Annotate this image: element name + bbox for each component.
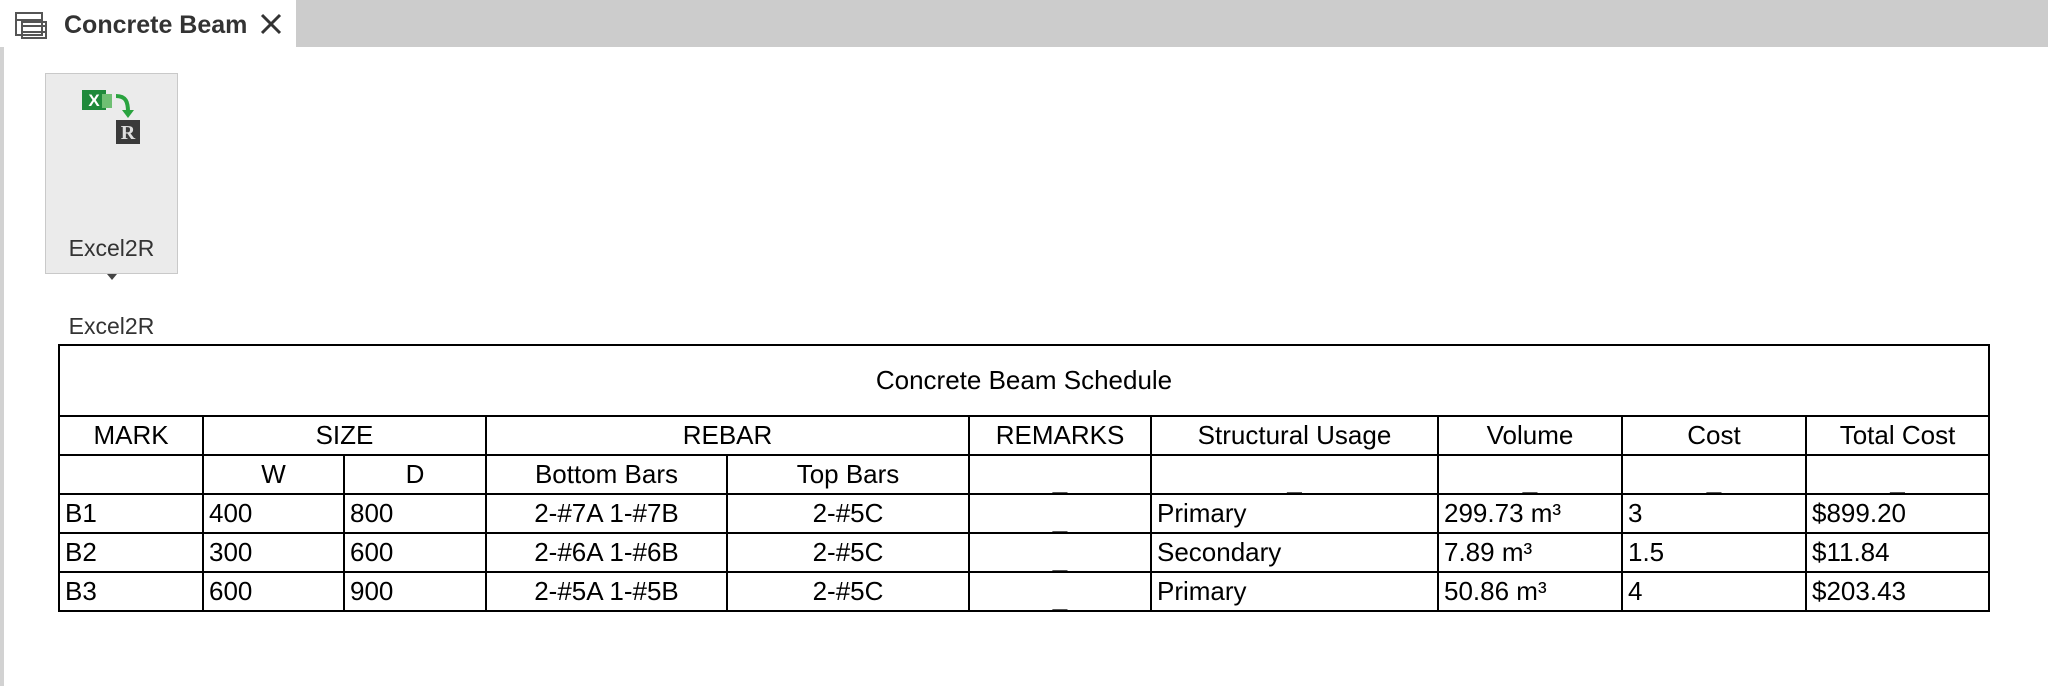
cell-mark: B2 bbox=[58, 532, 204, 573]
tab-title: Concrete Beam bbox=[64, 11, 248, 39]
cell-w: 600 bbox=[202, 571, 345, 612]
svg-text:X: X bbox=[88, 91, 100, 110]
cell-mark: B1 bbox=[58, 493, 204, 534]
cell-remarks: _ bbox=[968, 493, 1152, 534]
dropdown-arrow-icon[interactable] bbox=[107, 274, 117, 280]
header-structural-usage: Structural Usage bbox=[1150, 415, 1439, 456]
cell-total-cost: $899.20 bbox=[1804, 493, 1991, 534]
cell-volume: 7.89 m³ bbox=[1437, 532, 1623, 573]
cell-cost: 3 bbox=[1621, 493, 1807, 534]
subheader-volume-placeholder: _ bbox=[1437, 454, 1623, 495]
cell-structural-usage: Secondary bbox=[1150, 532, 1439, 573]
cell-structural-usage: Primary bbox=[1150, 571, 1439, 612]
subheader-top-bars: Top Bars bbox=[726, 454, 970, 495]
cell-cost: 1.5 bbox=[1621, 532, 1807, 573]
cell-top-bars: 2-#5C bbox=[726, 571, 970, 612]
header-rebar: REBAR bbox=[485, 415, 970, 456]
excel2r-button[interactable]: X R Excel2R Excel2R bbox=[45, 73, 178, 339]
cell-d: 800 bbox=[343, 493, 487, 534]
table-row[interactable]: B2 300 600 2-#6A 1-#6B 2-#5C _ Secondary… bbox=[58, 532, 1991, 573]
cell-total-cost: $203.43 bbox=[1804, 571, 1991, 612]
cell-bottom-bars: 2-#5A 1-#5B bbox=[485, 571, 728, 612]
table-row[interactable]: B3 600 900 2-#5A 1-#5B 2-#5C _ Primary 5… bbox=[58, 571, 1991, 612]
cell-remarks: _ bbox=[968, 532, 1152, 573]
excel-to-revit-icon: X R bbox=[82, 90, 140, 144]
cell-top-bars: 2-#5C bbox=[726, 493, 970, 534]
schedule-title-row: Concrete Beam Schedule bbox=[57, 344, 1991, 417]
header-remarks: REMARKS bbox=[968, 415, 1152, 456]
subheader-total-placeholder: _ bbox=[1804, 454, 1991, 495]
cell-d: 900 bbox=[343, 571, 487, 612]
cell-w: 300 bbox=[202, 532, 345, 573]
subheader-remarks-placeholder: _ bbox=[968, 454, 1152, 495]
cell-structural-usage: Primary bbox=[1150, 493, 1439, 534]
tab-concrete-beam[interactable]: Concrete Beam bbox=[0, 0, 296, 47]
cell-cost: 4 bbox=[1621, 571, 1807, 612]
cell-remarks: _ bbox=[968, 571, 1152, 612]
subheader-usage-placeholder: _ bbox=[1150, 454, 1439, 495]
header-total-cost: Total Cost bbox=[1804, 415, 1991, 456]
header-mark: MARK bbox=[58, 415, 204, 456]
schedule-title: Concrete Beam Schedule bbox=[57, 344, 1991, 417]
cell-volume: 50.86 m³ bbox=[1437, 571, 1623, 612]
left-border bbox=[0, 47, 4, 686]
ribbon-group-label: Excel2R bbox=[68, 313, 155, 339]
header-size: SIZE bbox=[202, 415, 487, 456]
header-volume: Volume bbox=[1437, 415, 1623, 456]
subheader-d: D bbox=[343, 454, 487, 495]
cell-bottom-bars: 2-#6A 1-#6B bbox=[485, 532, 728, 573]
table-row[interactable]: B1 400 800 2-#7A 1-#7B 2-#5C _ Primary 2… bbox=[58, 493, 1991, 534]
cell-volume: 299.73 m³ bbox=[1437, 493, 1623, 534]
header-cost: Cost bbox=[1621, 415, 1807, 456]
cell-top-bars: 2-#5C bbox=[726, 532, 970, 573]
subheader-mark-empty bbox=[58, 454, 204, 495]
cell-mark: B3 bbox=[58, 571, 204, 612]
subheader-bottom-bars: Bottom Bars bbox=[485, 454, 728, 495]
subheader-cost-placeholder: _ bbox=[1621, 454, 1807, 495]
concrete-beam-schedule-table: Concrete Beam Schedule MARK SIZE REBAR R… bbox=[57, 344, 1991, 612]
cell-w: 400 bbox=[202, 493, 345, 534]
excel2r-button-label: Excel2R bbox=[68, 235, 155, 261]
cell-total-cost: $11.84 bbox=[1804, 532, 1991, 573]
cell-bottom-bars: 2-#7A 1-#7B bbox=[485, 493, 728, 534]
subheader-row: W D Bottom Bars Top Bars _ _ _ _ _ bbox=[58, 454, 1991, 495]
close-icon[interactable] bbox=[258, 11, 284, 37]
cell-d: 600 bbox=[343, 532, 487, 573]
document-tab-bar: Concrete Beam bbox=[0, 0, 2048, 47]
schedule-view-icon bbox=[15, 12, 47, 39]
svg-text:R: R bbox=[121, 122, 136, 144]
header-row: MARK SIZE REBAR REMARKS Structural Usage… bbox=[58, 415, 1991, 456]
subheader-w: W bbox=[202, 454, 345, 495]
